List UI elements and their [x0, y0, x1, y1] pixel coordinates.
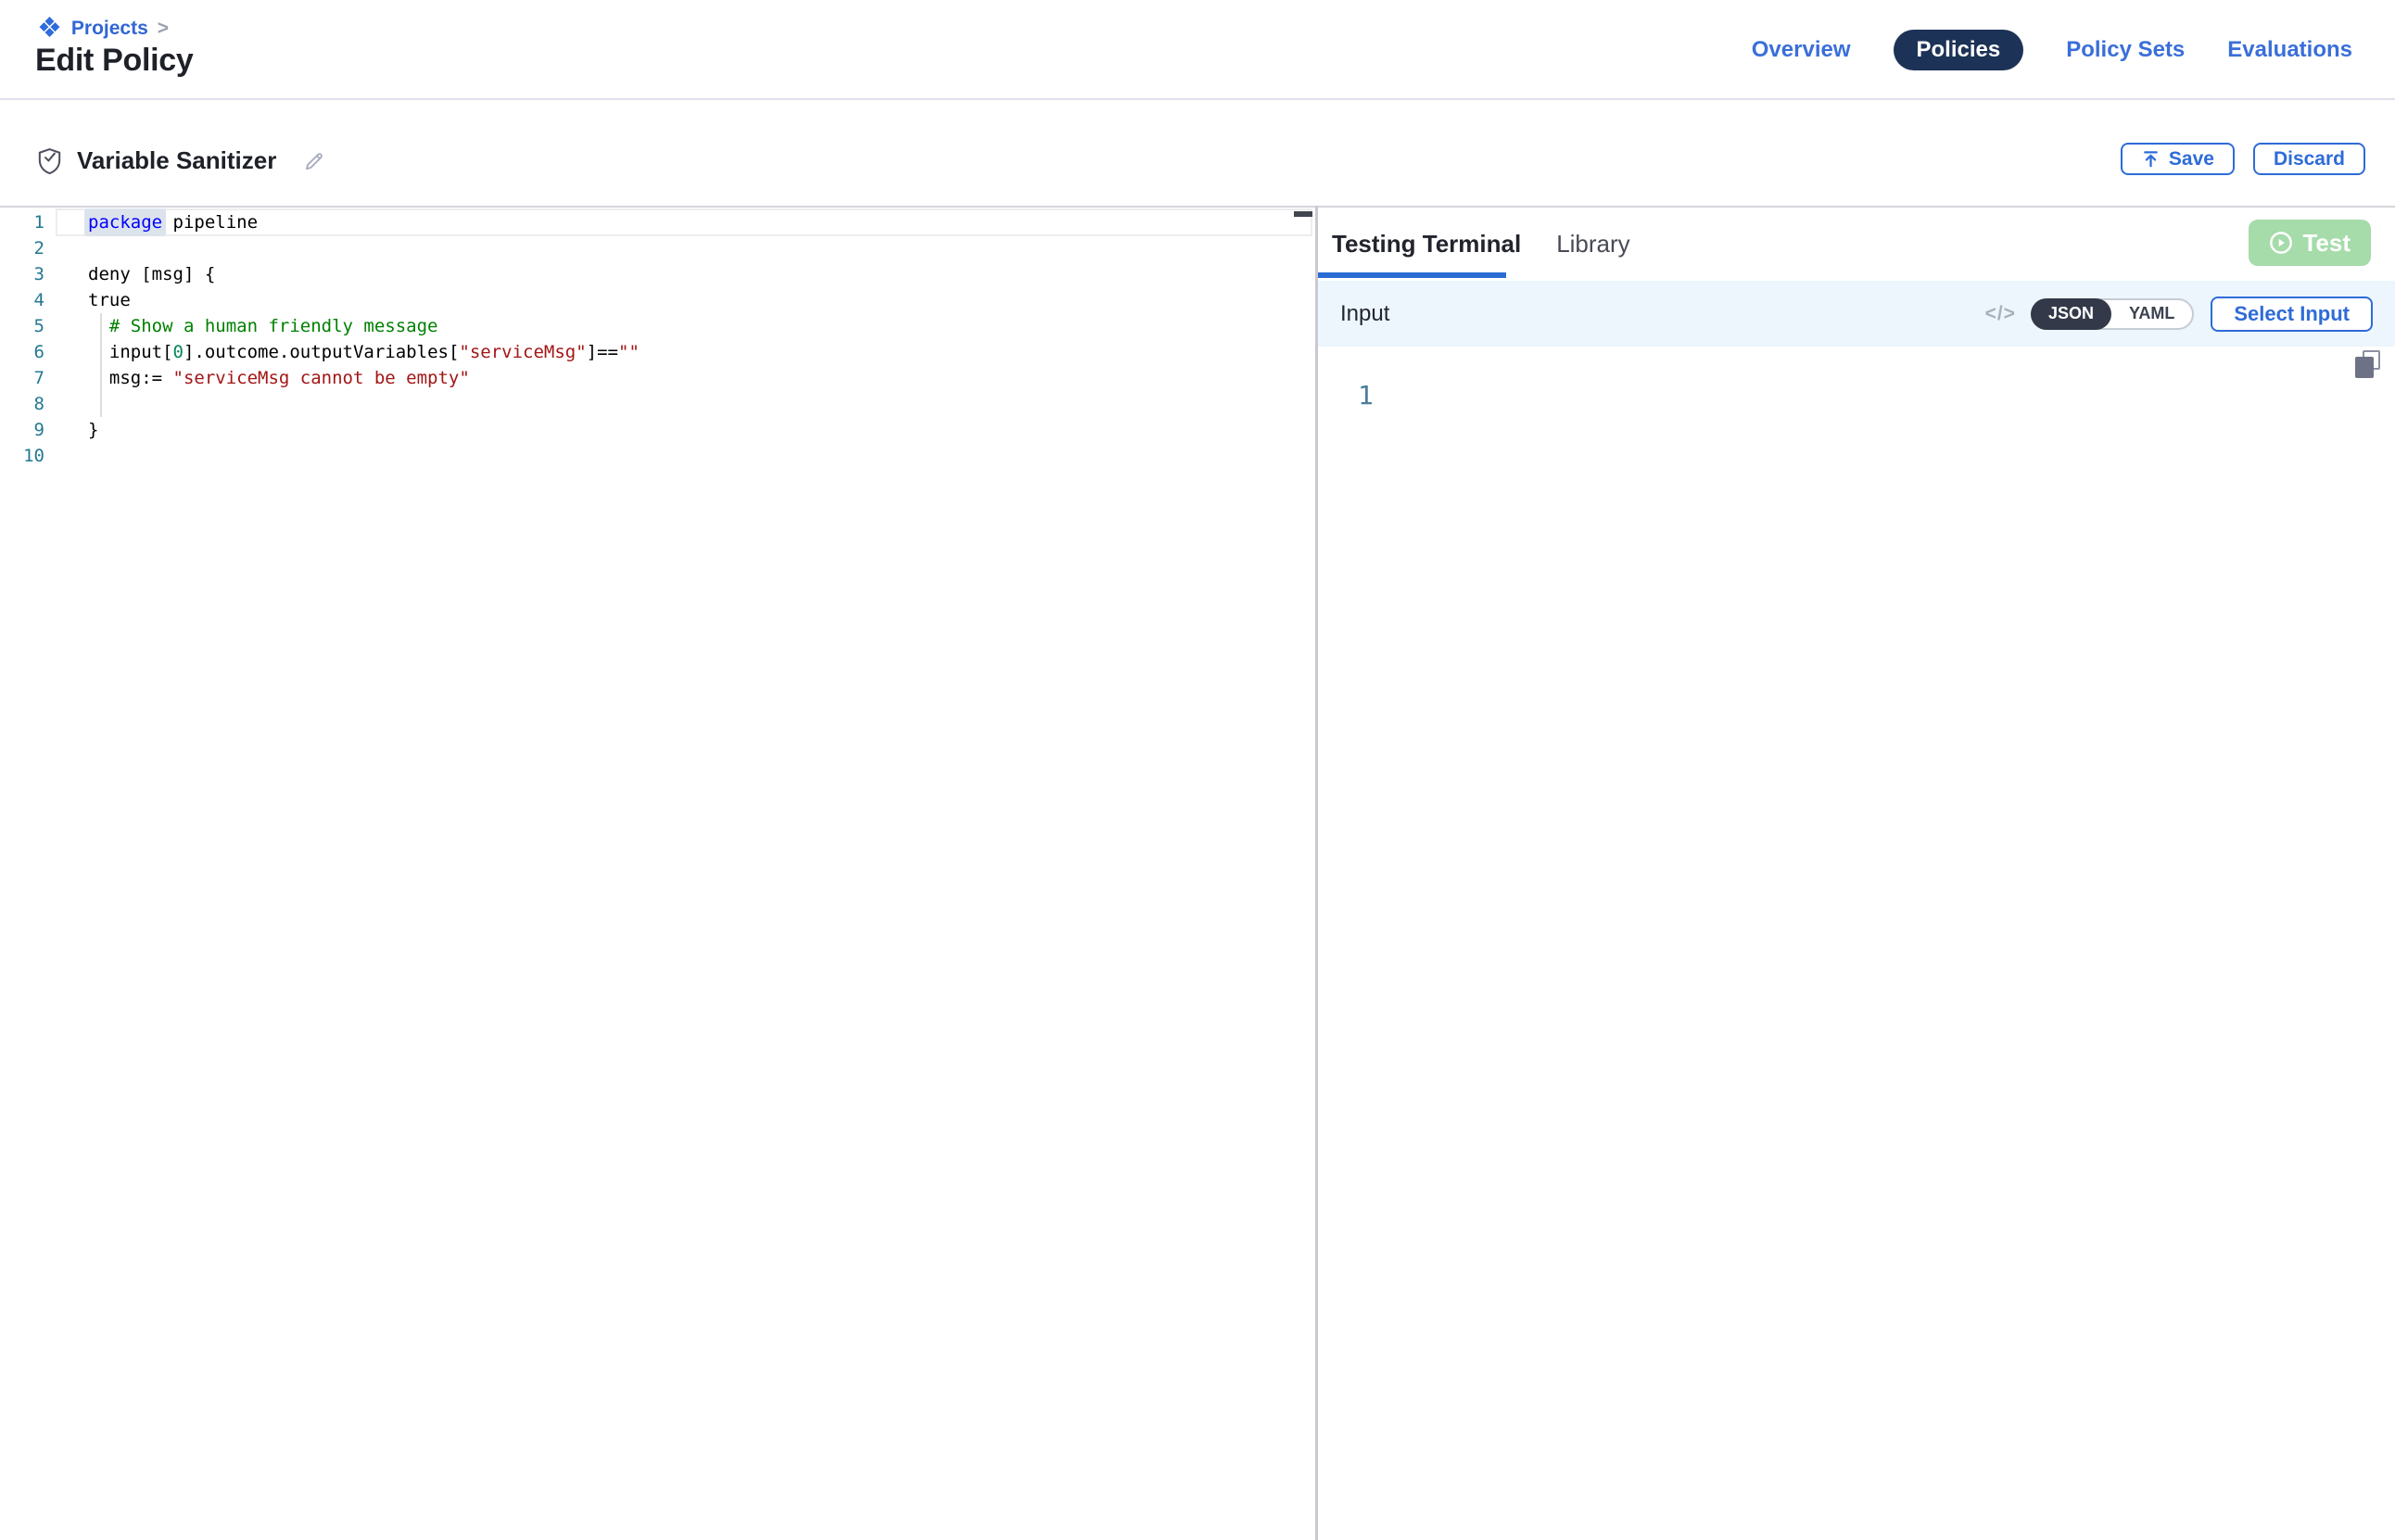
line-number: 2: [0, 235, 44, 261]
nav-item-evaluations[interactable]: Evaluations: [2227, 37, 2352, 63]
testing-panel: Testing Terminal Library Test Input </> J…: [1318, 208, 2395, 1540]
format-option-yaml[interactable]: YAML: [2111, 298, 2192, 330]
line-content: input[0].outcome.outputVariables["servic…: [44, 339, 640, 365]
nav-item-policies[interactable]: Policies: [1894, 30, 2024, 70]
input-section-header: Input </> JSONYAML Select Input: [1318, 281, 2395, 347]
code-format-icon[interactable]: </>: [1985, 303, 2016, 325]
input-section-title: Input: [1340, 301, 1985, 327]
line-content: deny [msg] {: [44, 261, 215, 287]
code-lines: 1package pipeline23deny [msg] {4true5 # …: [0, 209, 1315, 469]
line-content: [44, 235, 88, 261]
line-number: 9: [0, 417, 44, 443]
line-number: 6: [0, 339, 44, 365]
breadcrumb: ❖ Projects >: [37, 15, 169, 43]
breadcrumb-projects-link[interactable]: Projects: [71, 18, 148, 40]
active-tab-underline: [1318, 272, 1506, 278]
save-button-label: Save: [2169, 148, 2214, 170]
line-content: msg:= "serviceMsg cannot be empty": [44, 365, 470, 391]
code-line[interactable]: 2: [0, 235, 1315, 261]
tab-testing-terminal[interactable]: Testing Terminal: [1332, 230, 1521, 259]
line-content: [44, 391, 88, 417]
toolbar-actions: Save Discard: [2121, 143, 2365, 175]
code-line[interactable]: 7 msg:= "serviceMsg cannot be empty": [0, 365, 1315, 391]
panel-tabs: Testing Terminal Library: [1318, 208, 2395, 281]
format-option-json[interactable]: JSON: [2031, 298, 2111, 330]
panel-tabbar: Testing Terminal Library Test: [1318, 208, 2395, 281]
edit-pencil-icon[interactable]: [302, 149, 326, 173]
test-button-label: Test: [2302, 229, 2351, 258]
edit-policy-page: ❖ Projects > Edit Policy Overview Policie…: [0, 0, 2395, 1540]
line-number: 7: [0, 365, 44, 391]
page-header: ❖ Projects > Edit Policy Overview Policie…: [0, 0, 2395, 100]
input-editor[interactable]: 1: [1318, 347, 2395, 717]
code-line[interactable]: 1package pipeline: [0, 209, 1315, 235]
copy-icon[interactable]: [2355, 350, 2380, 378]
nav-item-policy-sets[interactable]: Policy Sets: [2066, 37, 2185, 63]
discard-button-label: Discard: [2274, 148, 2345, 170]
play-circle-icon: [2269, 231, 2293, 255]
input-editor-line-number: 1: [1358, 380, 1374, 410]
code-line[interactable]: 4true: [0, 287, 1315, 313]
select-input-button[interactable]: Select Input: [2211, 297, 2373, 332]
line-number: 3: [0, 261, 44, 287]
policy-code-editor[interactable]: 1package pipeline23deny [msg] {4true5 # …: [0, 208, 1315, 1540]
code-line[interactable]: 6 input[0].outcome.outputVariables["serv…: [0, 339, 1315, 365]
upload-icon: [2141, 149, 2161, 169]
line-number: 8: [0, 391, 44, 417]
code-line[interactable]: 9}: [0, 417, 1315, 443]
discard-button[interactable]: Discard: [2253, 143, 2365, 175]
copy-icon-front: [2355, 357, 2374, 378]
nav-item-overview[interactable]: Overview: [1752, 37, 1851, 63]
line-number: 10: [0, 443, 44, 469]
tab-library[interactable]: Library: [1556, 230, 1629, 259]
code-line[interactable]: 8: [0, 391, 1315, 417]
line-content: [44, 443, 88, 469]
policy-name: Variable Sanitizer: [77, 146, 276, 175]
page-title: Edit Policy: [35, 43, 194, 79]
code-line[interactable]: 5 # Show a human friendly message: [0, 313, 1315, 339]
format-toggle: JSONYAML: [2031, 298, 2194, 330]
policy-head: Variable Sanitizer: [37, 146, 326, 175]
select-input-label: Select Input: [2234, 302, 2350, 326]
line-content: package pipeline: [44, 209, 258, 235]
overview-ruler-cursor-mark: [1294, 211, 1312, 217]
test-button[interactable]: Test: [2249, 220, 2371, 266]
shield-check-icon: [37, 147, 62, 175]
code-line[interactable]: 3deny [msg] {: [0, 261, 1315, 287]
line-number: 5: [0, 313, 44, 339]
chevron-right-icon: >: [158, 18, 169, 40]
policy-toolbar: Variable Sanitizer Save: [0, 102, 2395, 206]
line-number: 4: [0, 287, 44, 313]
line-content: # Show a human friendly message: [44, 313, 438, 339]
save-button[interactable]: Save: [2121, 143, 2235, 175]
line-content: true: [44, 287, 131, 313]
line-number: 1: [0, 209, 44, 235]
line-content: }: [44, 417, 98, 443]
top-nav: Overview Policies Policy Sets Evaluations: [1752, 32, 2352, 69]
projects-diamond-icon: ❖: [37, 15, 62, 43]
code-line[interactable]: 10: [0, 443, 1315, 469]
